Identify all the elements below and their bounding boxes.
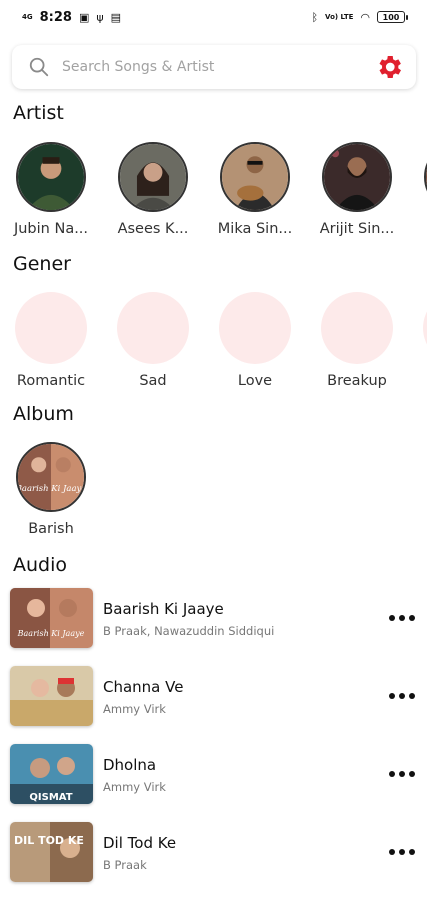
song-thumbnail: Baarish Ki Jaaye	[10, 588, 93, 648]
genre-item-partial[interactable]	[409, 292, 427, 364]
svg-text:Baarish Ki Jaaye: Baarish Ki Jaaye	[18, 483, 84, 493]
search-input[interactable]	[62, 59, 374, 75]
genre-section-title: Gener	[13, 253, 71, 275]
artist-name: Mika Sin...	[217, 221, 293, 237]
artist-avatar	[220, 142, 290, 212]
album-list[interactable]: Baarish Ki Jaaye Barish	[0, 442, 427, 542]
genre-circle	[219, 292, 291, 364]
genre-circle	[321, 292, 393, 364]
genre-name: Sad	[139, 373, 167, 389]
svg-text:Baarish Ki Jaaye: Baarish Ki Jaaye	[17, 629, 85, 638]
genre-name: Romantic	[16, 373, 86, 389]
album-section-title: Album	[13, 403, 74, 425]
genre-circle	[15, 292, 87, 364]
genre-name: Breakup	[327, 373, 387, 389]
audio-section-title: Audio	[13, 554, 68, 576]
genre-item[interactable]: Love	[205, 292, 305, 389]
genre-item[interactable]: Sad	[103, 292, 203, 389]
song-thumbnail: QISMAT	[10, 744, 93, 804]
song-title: Channa Ve	[103, 678, 184, 696]
audio-row[interactable]: DIL TOD KE Dil Tod Ke B Praak	[0, 820, 427, 884]
notification-icon: ▣	[78, 10, 90, 24]
song-title: Dil Tod Ke	[103, 834, 177, 852]
song-artist: B Praak, Nawazuddin Siddiqui	[103, 624, 275, 638]
network-type: 4G	[22, 12, 33, 21]
album-cover: Baarish Ki Jaaye	[16, 442, 86, 512]
song-artist: Ammy Virk	[103, 780, 166, 794]
album-item[interactable]: Baarish Ki Jaaye Barish	[1, 442, 101, 537]
genre-list[interactable]: Romantic Sad Love Breakup	[0, 292, 427, 392]
song-artist: B Praak	[103, 858, 147, 872]
song-title: Baarish Ki Jaaye	[103, 600, 224, 618]
genre-name: Love	[237, 373, 273, 389]
svg-text:DIL TOD KE: DIL TOD KE	[14, 834, 84, 847]
more-options-icon[interactable]	[389, 764, 415, 784]
song-artist: Ammy Virk	[103, 702, 166, 716]
song-title: Dholna	[103, 756, 157, 774]
artist-item[interactable]: Asees K...	[103, 142, 203, 237]
artist-item-partial[interactable]	[409, 142, 427, 212]
artist-name: Jubin Na...	[13, 221, 89, 237]
status-bar: 4G 8:28 ▣ ψ ▤ ᛒ Vo) LTE ◠ 100	[0, 0, 427, 34]
status-time: 8:28	[39, 9, 72, 25]
volte-indicator: Vo) LTE	[325, 12, 354, 21]
status-left: 4G 8:28 ▣ ψ ▤	[22, 10, 121, 25]
clipboard-icon: ▤	[110, 10, 122, 24]
wifi-icon: ◠	[360, 10, 370, 24]
artist-item[interactable]: Jubin Na...	[1, 142, 101, 237]
more-options-icon[interactable]	[389, 608, 415, 628]
artist-item[interactable]: Arijit Sin...	[307, 142, 407, 237]
artist-avatar	[118, 142, 188, 212]
genre-circle	[117, 292, 189, 364]
artist-name: Arijit Sin...	[319, 221, 395, 237]
album-name: Barish	[28, 521, 74, 537]
song-thumbnail: DIL TOD KE	[10, 822, 93, 882]
genre-item[interactable]: Romantic	[1, 292, 101, 389]
audio-row[interactable]: QISMAT Dholna Ammy Virk	[0, 742, 427, 806]
gear-icon[interactable]	[374, 52, 404, 82]
artist-section-title: Artist	[13, 102, 64, 124]
status-right: ᛒ Vo) LTE ◠ 100	[311, 10, 408, 24]
bluetooth-icon: ᛒ	[311, 10, 319, 24]
artist-name: Asees K...	[117, 221, 189, 237]
genre-circle	[423, 292, 427, 364]
battery-icon: 100	[377, 11, 408, 23]
usb-icon: ψ	[96, 10, 104, 24]
search-bar[interactable]	[12, 45, 416, 89]
svg-text:QISMAT: QISMAT	[29, 792, 72, 803]
more-options-icon[interactable]	[389, 686, 415, 706]
genre-item[interactable]: Breakup	[307, 292, 407, 389]
artist-list[interactable]: Jubin Na... Asees K... Mika Sin... Ariji…	[0, 142, 427, 242]
search-icon	[29, 57, 49, 77]
artist-avatar	[16, 142, 86, 212]
song-thumbnail	[10, 666, 93, 726]
audio-row[interactable]: Channa Ve Ammy Virk	[0, 664, 427, 728]
artist-item[interactable]: Mika Sin...	[205, 142, 305, 237]
audio-row[interactable]: Baarish Ki Jaaye Baarish Ki Jaaye B Praa…	[0, 586, 427, 650]
more-options-icon[interactable]	[389, 842, 415, 862]
artist-avatar	[322, 142, 392, 212]
